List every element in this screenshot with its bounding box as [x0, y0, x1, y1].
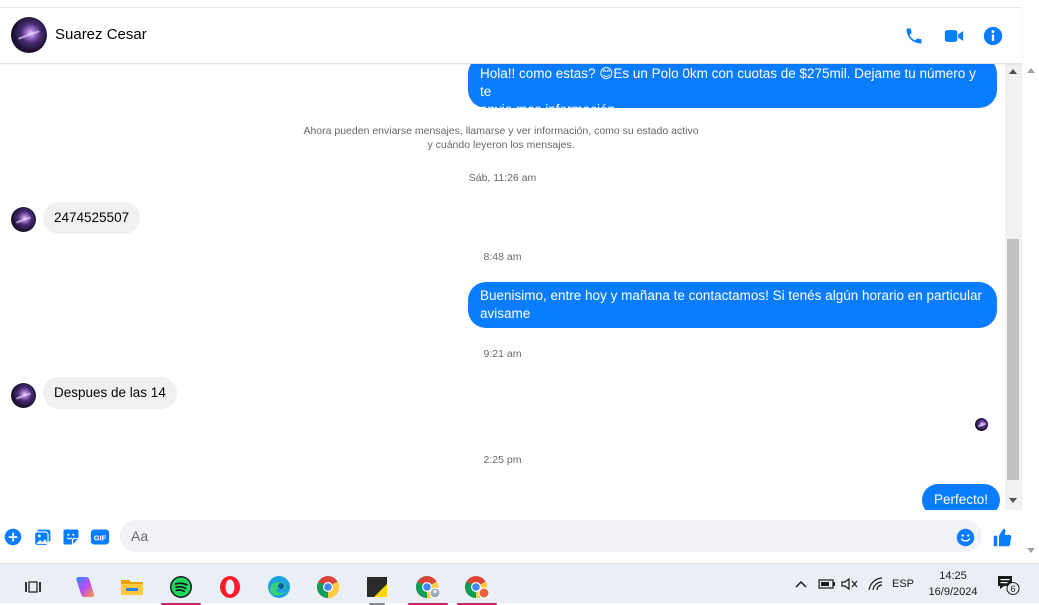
messenger-window: Suarez Cesar Hola!! como estas? 😊Es un P…	[0, 0, 1039, 563]
gif-icon[interactable]: GIF	[89, 527, 111, 547]
edge-icon[interactable]	[259, 569, 299, 605]
message-thread: Hola!! como estas? 😊Es un Polo 0km con c…	[0, 64, 1005, 510]
contact-avatar[interactable]	[11, 17, 47, 53]
scroll-thumb[interactable]	[1007, 239, 1019, 480]
plus-circle-icon[interactable]	[3, 527, 23, 547]
language-indicator[interactable]: ESP	[890, 564, 916, 604]
page-scroll-up-arrow[interactable]	[1027, 68, 1035, 73]
system-notice-line: Ahora pueden enviarse mensajes, llamarse…	[303, 125, 699, 137]
task-view-icon[interactable]	[13, 569, 53, 605]
wifi-icon[interactable]	[866, 564, 886, 604]
window-top-strip	[0, 0, 1022, 8]
chat-header: Suarez Cesar	[0, 8, 1022, 64]
opera-icon[interactable]	[210, 569, 250, 605]
image-icon[interactable]	[32, 527, 52, 547]
message-text: Hola!! como estas? 😊Es un Polo 0km con c…	[480, 66, 976, 99]
chrome-icon[interactable]	[308, 569, 348, 605]
clock-date: 16/9/2024	[928, 586, 978, 598]
outgoing-message[interactable]: Hola!! como estas? 😊Es un Polo 0km con c…	[468, 64, 997, 117]
chrome-profile-2-icon[interactable]	[455, 569, 499, 605]
scroll-down-arrow[interactable]	[1009, 498, 1017, 503]
scroll-up-arrow[interactable]	[1009, 69, 1017, 74]
chrome-profile-1-icon[interactable]	[406, 569, 450, 605]
battery-icon[interactable]	[816, 564, 838, 604]
thread-scrollbar[interactable]	[1005, 64, 1022, 510]
file-explorer-icon[interactable]	[112, 569, 152, 605]
clock-time: 14:25	[939, 570, 967, 582]
phone-icon[interactable]	[902, 24, 926, 48]
emoji-icon[interactable]	[955, 527, 975, 547]
outgoing-message[interactable]: Buenisimo, entre hoy y mañana te contact…	[468, 282, 997, 328]
message-text: avisame	[480, 306, 531, 321]
video-call-icon[interactable]	[942, 24, 966, 48]
timestamp: Sáb, 11:26 am	[468, 172, 537, 184]
contact-name[interactable]: Suarez Cesar	[55, 26, 147, 43]
sticky-notes-icon[interactable]	[357, 569, 397, 605]
sender-avatar[interactable]	[11, 383, 36, 408]
sender-avatar[interactable]	[11, 207, 36, 232]
timestamp: 9:21 am	[483, 348, 522, 360]
incoming-message[interactable]: 2474525507	[43, 202, 141, 234]
message-input[interactable]	[120, 520, 982, 552]
gif-label: GIF	[94, 533, 107, 542]
message-composer: GIF	[0, 510, 1022, 563]
outgoing-message[interactable]: Perfecto!	[922, 484, 1001, 510]
thumbs-up-icon[interactable]	[991, 527, 1013, 547]
spotify-icon[interactable]	[161, 569, 201, 605]
windows-taskbar: ESP 14:25 16/9/2024 6	[0, 563, 1039, 603]
notification-count: 6	[1010, 584, 1015, 594]
system-clock[interactable]: 14:25 16/9/2024	[917, 568, 989, 600]
show-hidden-icons-chevron-icon[interactable]	[792, 564, 810, 604]
timestamp: 2:25 pm	[483, 454, 522, 466]
message-text: envio mas información	[480, 102, 616, 117]
message-text: Buenisimo, entre hoy y mañana te contact…	[480, 288, 983, 303]
page-scroll-down-arrow[interactable]	[1027, 548, 1035, 553]
volume-muted-icon[interactable]	[840, 564, 860, 604]
notification-center-icon[interactable]: 6	[994, 564, 1022, 604]
sticker-icon[interactable]	[61, 527, 81, 547]
read-receipt-avatar	[975, 418, 988, 431]
incoming-message[interactable]: Despues de las 14	[43, 377, 177, 409]
system-notice-line: y cuándo leyeron los mensajes.	[427, 139, 575, 151]
system-notice: Ahora pueden enviarse mensajes, llamarse…	[0, 124, 1002, 152]
timestamp: 8:48 am	[483, 251, 522, 263]
copilot-icon[interactable]	[64, 569, 104, 605]
page-scrollbar[interactable]	[1022, 0, 1039, 563]
info-icon[interactable]	[981, 24, 1005, 48]
